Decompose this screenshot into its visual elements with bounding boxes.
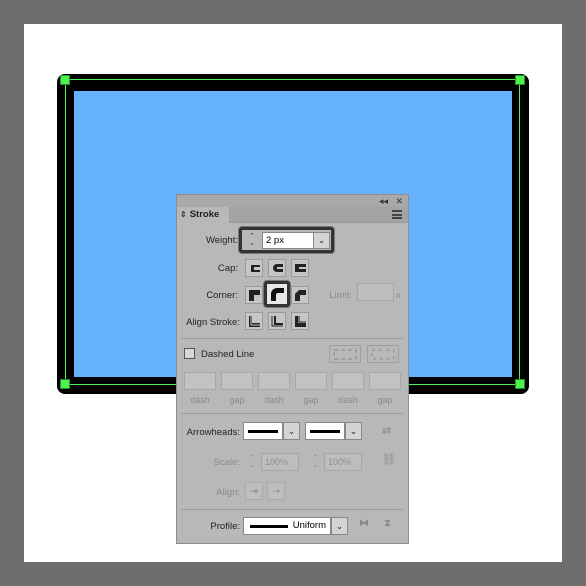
miter-join-button[interactable] xyxy=(245,286,263,304)
link-scale-icon[interactable]: ⛓ xyxy=(382,453,398,469)
tab-stroke[interactable]: ⇕ Stroke xyxy=(177,207,229,223)
scale-label: Scale: xyxy=(213,457,240,468)
arrowhead-start-select[interactable] xyxy=(243,422,283,440)
miter-join-icon xyxy=(249,290,260,301)
scale-start-stepper[interactable]: ⌃ ⌄ xyxy=(245,453,259,471)
scale-end-input[interactable]: 100% xyxy=(324,453,362,471)
cap-label: Cap: xyxy=(217,263,238,274)
projecting-cap-icon xyxy=(295,264,306,272)
dash-3-input[interactable] xyxy=(332,372,364,390)
dash-preserve-icon xyxy=(333,349,357,360)
weight-stepper[interactable]: ⌃ ⌄ xyxy=(245,231,259,249)
flip-across-icon[interactable]: ⧗ xyxy=(384,518,398,532)
arrowhead-end-select[interactable] xyxy=(305,422,345,440)
align-inside-icon xyxy=(271,316,283,327)
align-stroke-label: Align Stroke: xyxy=(186,317,240,328)
align-center-icon xyxy=(249,316,260,327)
dash-2-label: dash xyxy=(264,395,284,405)
panel-titlebar[interactable]: ◂◂ ✕ xyxy=(177,195,408,207)
profile-value: Uniform xyxy=(292,520,326,531)
tab-stroke-label: Stroke xyxy=(189,209,220,220)
divider xyxy=(181,509,403,510)
chevron-down-icon: ⌄ xyxy=(287,425,296,436)
align-outside-button[interactable] xyxy=(291,312,309,330)
arrow-tip-beyond-icon: ⇥ xyxy=(250,485,258,496)
divider xyxy=(181,338,403,339)
gap-2-label: gap xyxy=(303,395,319,405)
align-outside-icon xyxy=(295,316,306,327)
round-cap-button[interactable] xyxy=(268,259,286,277)
projecting-cap-button[interactable] xyxy=(291,259,309,277)
selection-edge-right xyxy=(519,79,520,385)
handle-top-left[interactable] xyxy=(60,75,70,85)
selection-edge-left xyxy=(65,79,66,385)
profile-select[interactable]: Uniform xyxy=(243,517,331,535)
divider xyxy=(181,413,403,414)
gap-1-label: gap xyxy=(229,395,245,405)
corner-label: Corner: xyxy=(206,290,238,301)
gap-2-input[interactable] xyxy=(295,372,327,390)
gap-1-input[interactable] xyxy=(221,372,253,390)
butt-cap-button[interactable] xyxy=(245,259,263,277)
panel-tabrow: ⇕ Stroke xyxy=(177,207,408,223)
dash-1-input[interactable] xyxy=(184,372,216,390)
handle-top-right[interactable] xyxy=(515,75,525,85)
arrow-tip-beyond-button[interactable]: ⇥ xyxy=(245,482,263,500)
limit-input[interactable] xyxy=(357,283,394,301)
chevron-down-icon: ⌄ xyxy=(349,425,358,436)
dash-3-label: dash xyxy=(338,395,358,405)
chevron-down-icon: ⌄ xyxy=(335,520,344,531)
scale-end-stepper[interactable]: ⌃ ⌄ xyxy=(308,453,322,471)
profile-dropdown[interactable]: ⌄ xyxy=(331,517,348,535)
close-icon[interactable]: ✕ xyxy=(395,195,403,207)
dash-2-input[interactable] xyxy=(258,372,290,390)
panel-menu-icon[interactable] xyxy=(392,210,402,219)
arrowheads-label: Arrowheads: xyxy=(186,427,240,438)
arrow-tip-at-end-icon: ⇢ xyxy=(272,485,280,496)
preserve-dash-button[interactable] xyxy=(329,345,361,363)
chevron-down-icon: ⌄ xyxy=(317,235,326,245)
handle-bottom-right[interactable] xyxy=(515,379,525,389)
round-cap-icon xyxy=(273,264,283,272)
bevel-join-icon xyxy=(295,290,306,301)
bevel-join-button[interactable] xyxy=(291,286,309,304)
weight-label: Weight: xyxy=(205,235,238,246)
align-dash-button[interactable] xyxy=(367,345,399,363)
scale-start-input[interactable]: 100% xyxy=(261,453,299,471)
dashed-line-checkbox[interactable] xyxy=(184,348,195,359)
arrow-tip-at-end-button[interactable]: ⇢ xyxy=(267,482,285,500)
limit-label: Limit: xyxy=(329,290,352,301)
arrowhead-start-dropdown[interactable]: ⌄ xyxy=(283,422,300,440)
handle-bottom-left[interactable] xyxy=(60,379,70,389)
dashed-line-label: Dashed Line xyxy=(201,349,255,360)
align-inside-button[interactable] xyxy=(268,312,286,330)
swap-arrowheads-icon[interactable]: ⇄ xyxy=(382,424,398,438)
profile-label: Profile: xyxy=(210,521,240,532)
selection-edge-top xyxy=(65,79,520,80)
gap-3-input[interactable] xyxy=(369,372,401,390)
dash-1-label: dash xyxy=(190,395,210,405)
gap-3-label: gap xyxy=(377,395,393,405)
butt-cap-icon xyxy=(251,265,260,272)
arrowhead-end-dropdown[interactable]: ⌄ xyxy=(345,422,362,440)
weight-input[interactable]: 2 px xyxy=(262,232,314,249)
align-label: Align: xyxy=(216,487,240,498)
flip-along-icon[interactable]: ⧓ xyxy=(359,518,373,532)
limit-suffix: x xyxy=(396,290,401,301)
dash-align-icon xyxy=(371,349,395,360)
align-center-button[interactable] xyxy=(245,312,263,330)
collapse-icon[interactable]: ◂◂ xyxy=(379,195,388,207)
round-join-button[interactable] xyxy=(264,281,290,307)
weight-dropdown[interactable]: ⌄ xyxy=(313,232,330,249)
tab-chevron-icon: ⇕ xyxy=(180,210,187,219)
round-join-icon xyxy=(271,288,284,301)
